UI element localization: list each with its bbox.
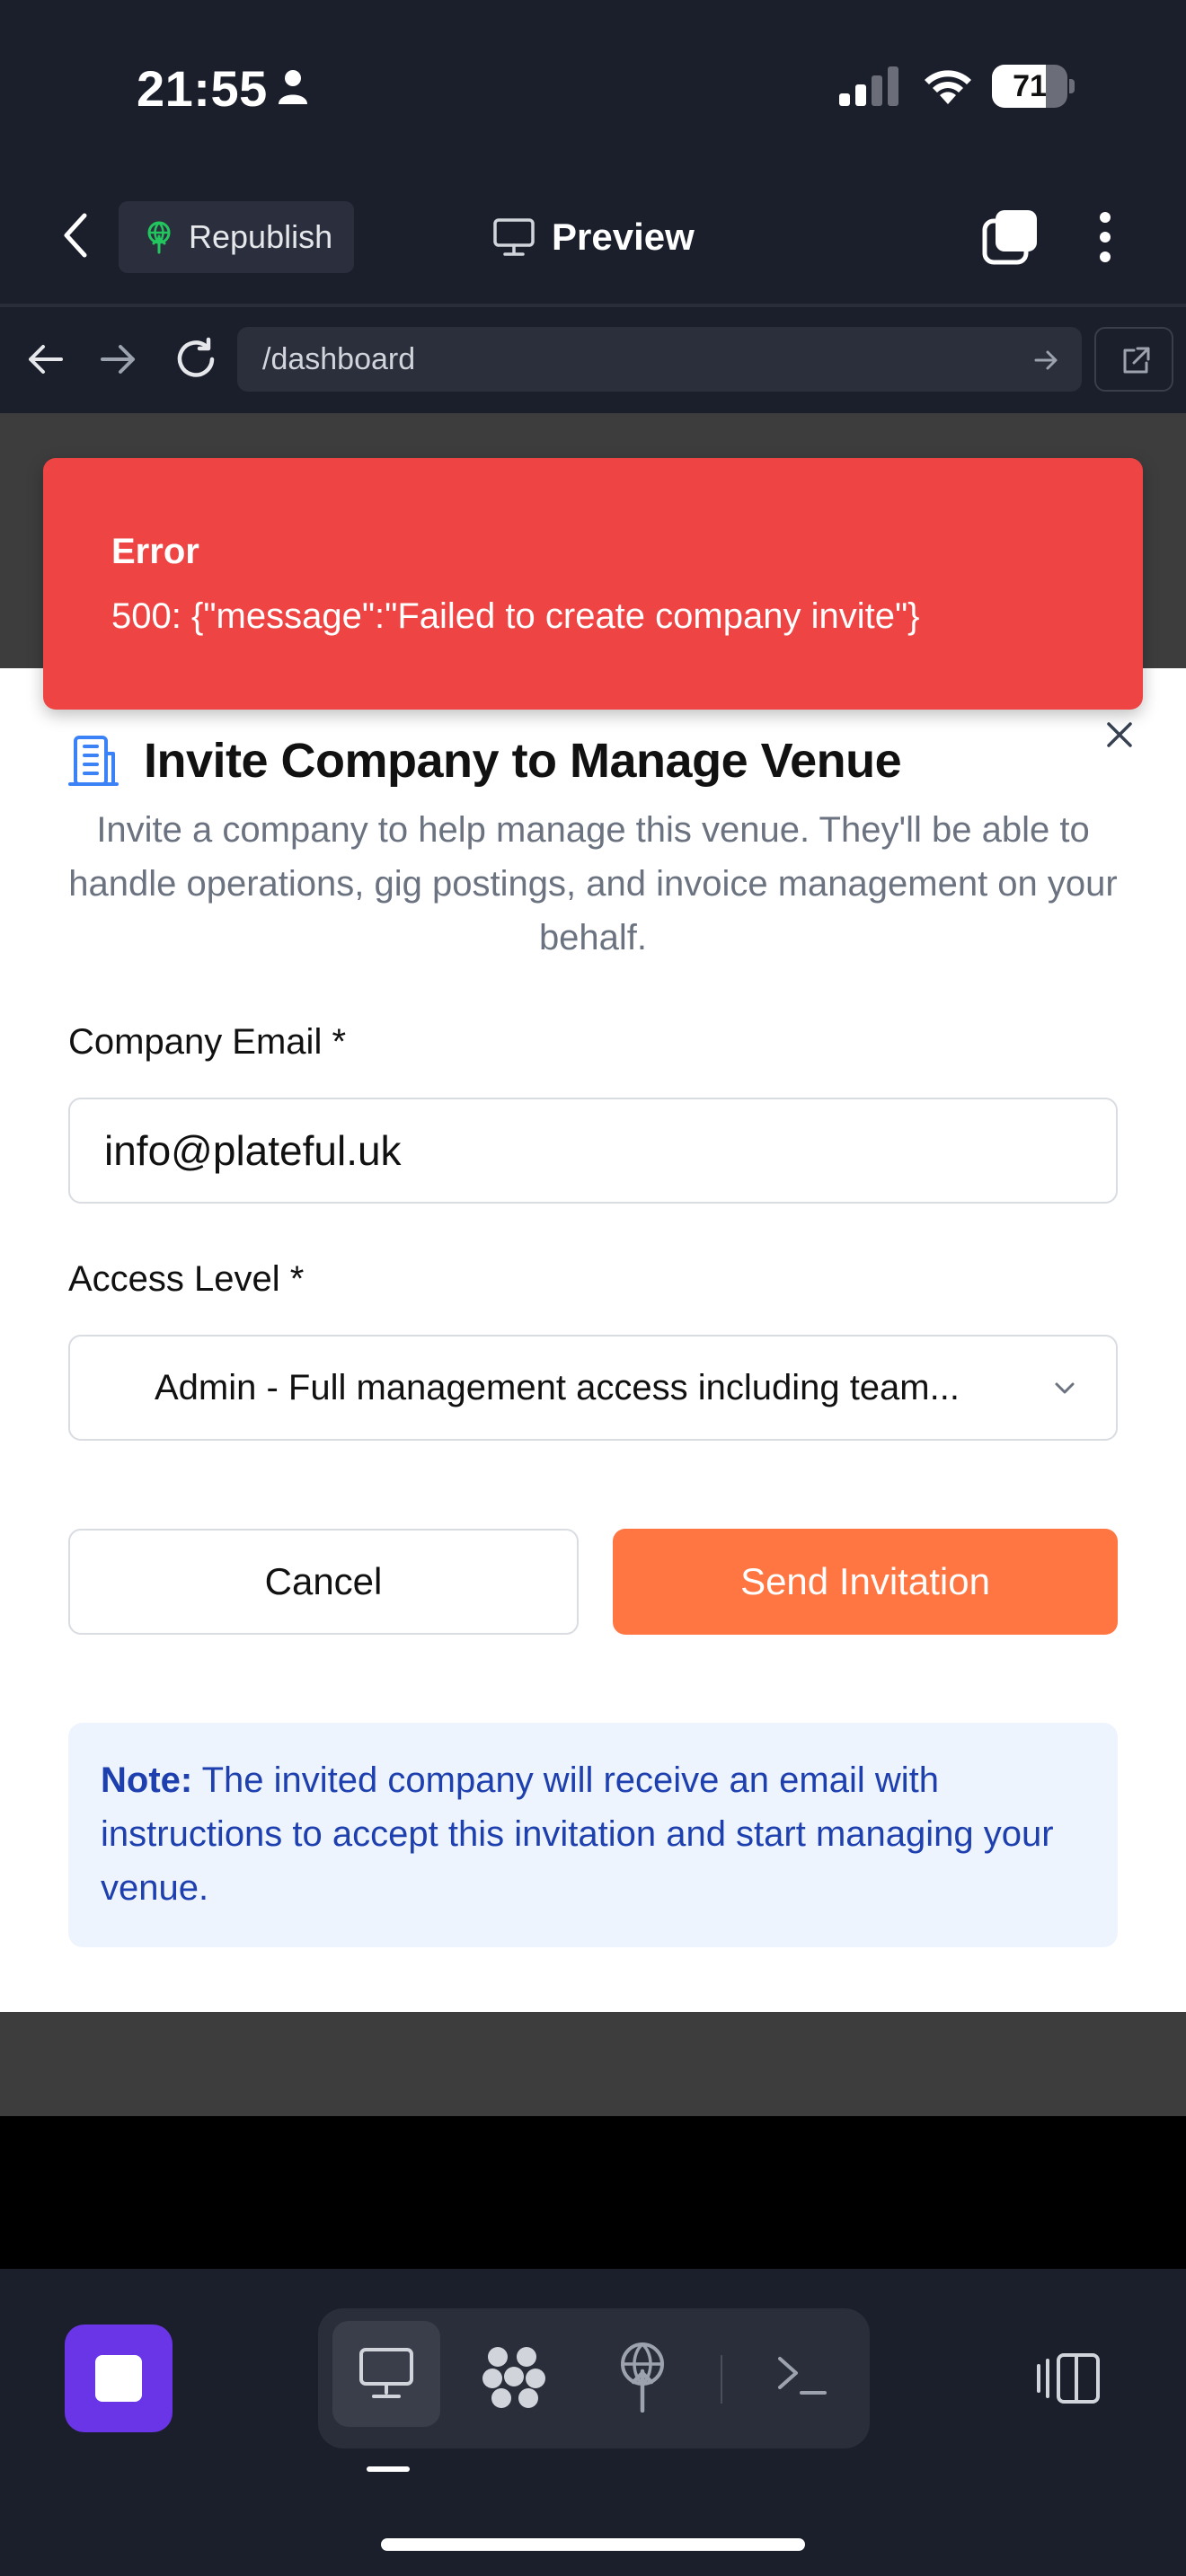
desktop-tool-button[interactable] bbox=[332, 2321, 440, 2427]
active-tool-indicator bbox=[367, 2466, 410, 2472]
dialog-header: Invite Company to Manage Venue bbox=[66, 733, 902, 789]
note-label: Note: bbox=[101, 1760, 193, 1800]
send-invitation-button[interactable]: Send Invitation bbox=[613, 1529, 1118, 1635]
chevron-down-icon bbox=[1055, 1382, 1075, 1394]
republish-button[interactable]: Republish bbox=[119, 201, 354, 273]
reload-icon[interactable] bbox=[173, 336, 219, 383]
building-icon bbox=[68, 736, 119, 786]
battery-indicator: 71 bbox=[992, 65, 1075, 108]
cancel-button[interactable]: Cancel bbox=[68, 1529, 579, 1635]
terminal-icon[interactable] bbox=[774, 2348, 828, 2402]
monitor-icon bbox=[493, 218, 535, 256]
battery-percent: 71 bbox=[1013, 69, 1047, 103]
preview-toggle[interactable]: Preview bbox=[492, 210, 695, 264]
wifi-icon bbox=[925, 70, 971, 104]
note-box: Note: The invited company will receive a… bbox=[68, 1723, 1118, 1947]
republish-icon bbox=[147, 221, 171, 254]
apps-icon[interactable] bbox=[480, 2342, 548, 2411]
arrow-right-icon[interactable] bbox=[1033, 347, 1060, 374]
open-external-button[interactable] bbox=[1094, 327, 1173, 392]
person-icon bbox=[279, 70, 307, 104]
access-level-value: Admin - Full management access including… bbox=[155, 1368, 960, 1407]
access-level-select[interactable]: Admin - Full management access including… bbox=[68, 1335, 1118, 1441]
note-text: The invited company will receive an emai… bbox=[101, 1760, 1054, 1908]
more-icon[interactable] bbox=[1096, 210, 1114, 264]
url-bar[interactable]: /dashboard bbox=[237, 327, 1082, 392]
access-level-label: Access Level * bbox=[68, 1259, 305, 1299]
tool-switcher bbox=[318, 2308, 870, 2448]
error-title: Error bbox=[111, 532, 199, 571]
header-divider bbox=[0, 304, 1186, 307]
error-toast[interactable]: Error 500: {"message":"Failed to create … bbox=[43, 458, 1143, 710]
status-time: 21:55 bbox=[137, 60, 268, 117]
preview-label: Preview bbox=[552, 216, 695, 258]
url-text: /dashboard bbox=[262, 342, 416, 376]
panel-icon[interactable] bbox=[1035, 2351, 1102, 2405]
page-background-band bbox=[0, 2116, 1186, 2269]
nav-forward-icon[interactable] bbox=[99, 340, 138, 379]
home-indicator bbox=[381, 2538, 805, 2551]
stop-button[interactable] bbox=[65, 2325, 173, 2432]
toolbar-divider bbox=[721, 2355, 722, 2404]
nav-back-icon[interactable] bbox=[25, 340, 65, 379]
close-icon[interactable] bbox=[1100, 715, 1139, 754]
company-email-label: Company Email * bbox=[68, 1022, 347, 1062]
deploy-icon[interactable] bbox=[615, 2341, 670, 2413]
stop-icon bbox=[95, 2355, 142, 2402]
error-message: 500: {"message":"Failed to create compan… bbox=[111, 596, 920, 636]
signal-icon bbox=[839, 66, 898, 106]
open-external-icon bbox=[1123, 347, 1150, 374]
dialog-description: Invite a company to help manage this ven… bbox=[68, 810, 1118, 957]
tabs-icon[interactable] bbox=[981, 208, 1039, 266]
republish-label: Republish bbox=[189, 218, 333, 255]
desktop-icon bbox=[359, 2348, 413, 2398]
dialog-title: Invite Company to Manage Venue bbox=[144, 734, 902, 788]
back-icon[interactable] bbox=[58, 212, 93, 259]
company-email-field[interactable] bbox=[68, 1098, 1118, 1204]
